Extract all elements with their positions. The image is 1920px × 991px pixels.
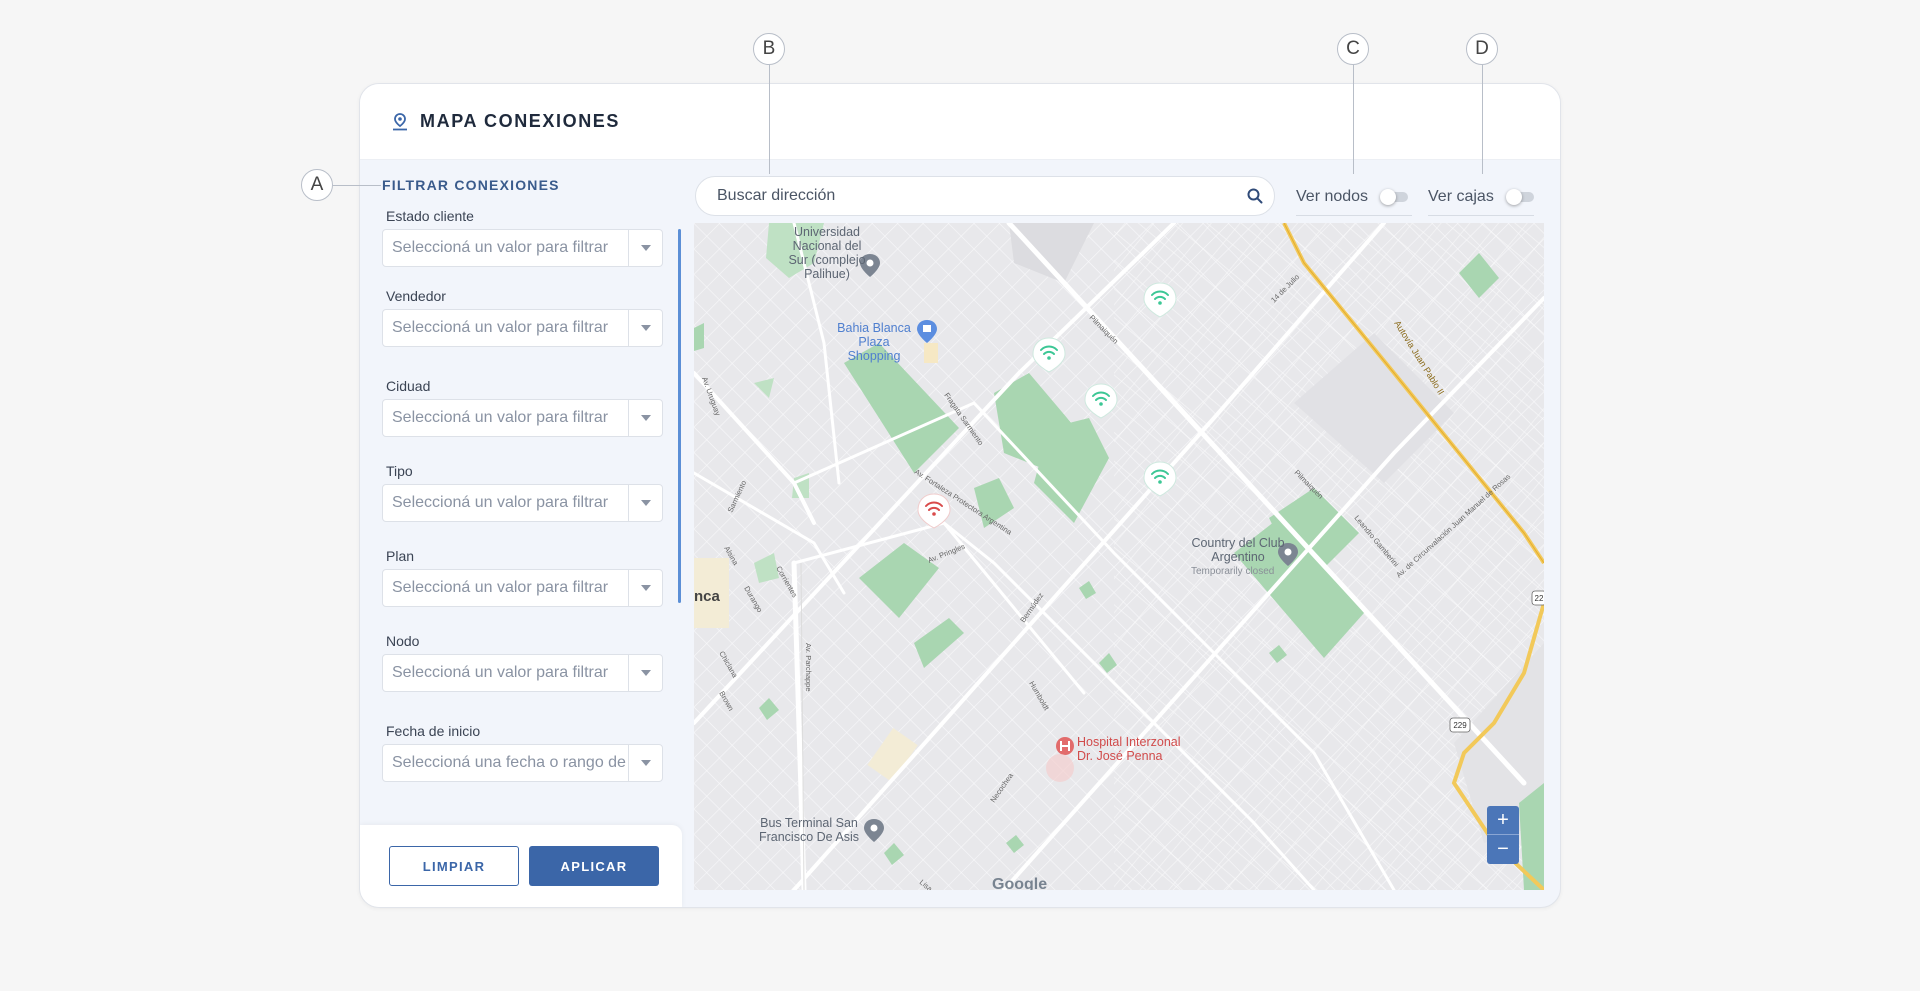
- filter-actions: LIMPIAR APLICAR: [360, 825, 682, 907]
- callout-a: A: [301, 169, 333, 201]
- filter-label-type: Tipo: [386, 463, 413, 479]
- clear-button[interactable]: LIMPIAR: [389, 846, 519, 886]
- filter-scrollbar[interactable]: [678, 229, 681, 603]
- show-boxes-toggle[interactable]: Ver cajas: [1428, 178, 1534, 216]
- show-nodes-toggle[interactable]: Ver nodos: [1296, 178, 1412, 216]
- filter-panel-title: FILTRAR CONEXIONES: [382, 177, 560, 193]
- plan-select[interactable]: Seleccioná un valor para filtrar: [382, 569, 663, 607]
- callout-b-line: [769, 65, 770, 174]
- chevron-down-icon[interactable]: [628, 745, 662, 781]
- callout-d-line: [1482, 65, 1483, 174]
- filter-label-plan: Plan: [386, 548, 415, 564]
- seller-select[interactable]: Seleccioná un valor para filtrar: [382, 309, 663, 347]
- select-placeholder: Seleccioná una fecha o rango de: [392, 754, 626, 771]
- select-placeholder: Seleccioná un valor para filtrar: [392, 494, 609, 511]
- show-boxes-switch[interactable]: [1505, 188, 1534, 205]
- zoom-controls: + −: [1487, 806, 1519, 864]
- zoom-out-button[interactable]: −: [1487, 835, 1519, 864]
- club-status: Temporarily closed: [1191, 566, 1275, 577]
- zoom-in-button[interactable]: +: [1487, 806, 1519, 835]
- node-select[interactable]: Seleccioná un valor para filtrar: [382, 654, 663, 692]
- filter-label-client-status: Estado cliente: [386, 208, 474, 224]
- select-placeholder: Seleccioná un valor para filtrar: [392, 319, 609, 336]
- connections-map-card: MAPA CONEXIONES FILTRAR CONEXIONES Estad…: [359, 83, 1561, 908]
- route-number: 229: [1453, 721, 1467, 730]
- connections-map[interactable]: Pilmaiquén Fragata Sarmiento Av. Fortale…: [694, 223, 1544, 890]
- client-status-select[interactable]: Seleccioná un valor para filtrar: [382, 229, 663, 267]
- filter-label-seller: Vendedor: [386, 288, 446, 304]
- svg-text:Av. Parchappe: Av. Parchappe: [804, 643, 813, 692]
- chevron-down-icon[interactable]: [628, 655, 662, 691]
- chevron-down-icon[interactable]: [628, 310, 662, 346]
- show-boxes-label: Ver cajas: [1428, 187, 1494, 205]
- filter-label-city: Ciduad: [386, 378, 431, 394]
- card-header: MAPA CONEXIONES: [360, 84, 1560, 160]
- address-search-input[interactable]: Buscar dirección: [695, 176, 1275, 216]
- university-label: Universidad Nacional del Sur (complejo P…: [788, 225, 866, 281]
- apply-button[interactable]: APLICAR: [529, 846, 659, 886]
- city-label: nca: [694, 588, 720, 605]
- select-placeholder: Seleccioná un valor para filtrar: [392, 239, 609, 256]
- select-placeholder: Seleccioná un valor para filtrar: [392, 579, 609, 596]
- map-pin-icon: [393, 112, 407, 130]
- show-nodes-switch[interactable]: [1380, 188, 1409, 205]
- shopping-label: Bahia Blanca Plaza Shopping: [837, 321, 911, 363]
- search-placeholder: Buscar dirección: [717, 187, 836, 204]
- callout-b: B: [753, 33, 785, 65]
- select-placeholder: Seleccioná un valor para filtrar: [392, 664, 609, 681]
- google-watermark: Google: [992, 876, 1048, 891]
- map-canvas[interactable]: Pilmaiquén Fragata Sarmiento Av. Fortale…: [694, 223, 1544, 890]
- type-select[interactable]: Seleccioná un valor para filtrar: [382, 484, 663, 522]
- chevron-down-icon[interactable]: [628, 400, 662, 436]
- search-icon[interactable]: [1246, 187, 1264, 205]
- city-select[interactable]: Seleccioná un valor para filtrar: [382, 399, 663, 437]
- select-placeholder: Seleccioná un valor para filtrar: [392, 409, 609, 426]
- filter-label-node: Nodo: [386, 633, 420, 649]
- callout-c: C: [1337, 33, 1369, 65]
- callout-d: D: [1466, 33, 1498, 65]
- filter-label-start-date: Fecha de inicio: [386, 723, 481, 739]
- hospital-label: Hospital Interzonal Dr. José Penna: [1077, 735, 1181, 763]
- start-date-select[interactable]: Seleccioná una fecha o rango de: [382, 744, 663, 782]
- route-number: 22: [1535, 594, 1544, 603]
- bus-terminal-label: Bus Terminal San Francisco De Asis: [758, 816, 860, 844]
- show-nodes-label: Ver nodos: [1296, 187, 1369, 205]
- callout-c-line: [1353, 65, 1354, 174]
- page-title: MAPA CONEXIONES: [420, 111, 621, 131]
- club-label: Country del Club Argentino: [1191, 536, 1285, 564]
- chevron-down-icon[interactable]: [628, 570, 662, 606]
- chevron-down-icon[interactable]: [628, 230, 662, 266]
- chevron-down-icon[interactable]: [628, 485, 662, 521]
- callout-a-line: [333, 185, 381, 186]
- route-shield-229: 229: [1449, 717, 1471, 733]
- route-shield-22: 22: [1531, 590, 1544, 606]
